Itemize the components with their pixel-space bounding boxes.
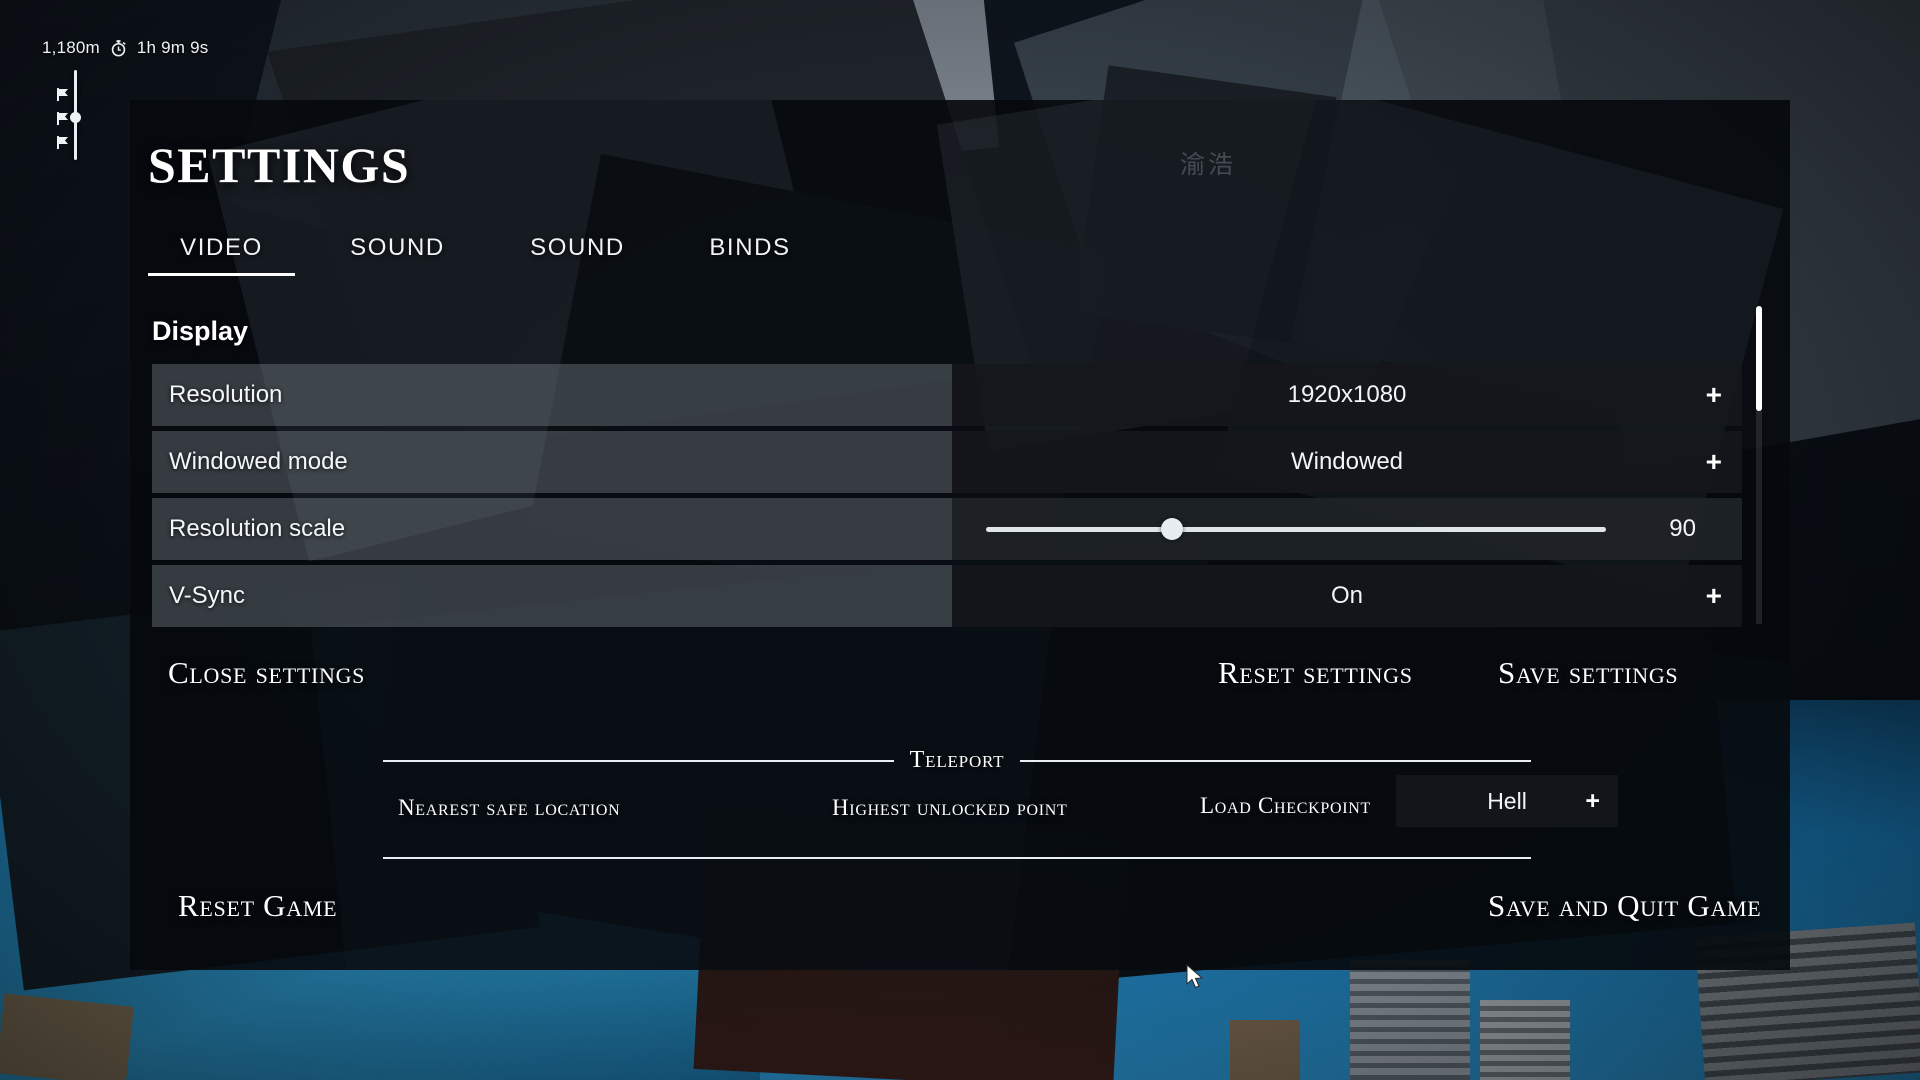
mouse-cursor <box>1186 963 1206 997</box>
tab-sound-1[interactable]: SOUND <box>320 228 475 276</box>
settings-tabs: VIDEO SOUND SOUND BINDS <box>148 228 820 276</box>
save-settings-button[interactable]: Save settings <box>1498 655 1678 691</box>
setting-value: On <box>1330 582 1363 609</box>
section-heading-display: Display <box>152 316 249 346</box>
setting-label: Windowed mode <box>152 431 952 493</box>
game-screen: 1,180m 1h 9m 9s 渝浩 SETTINGS VIDEO SOUND … <box>0 0 1920 1080</box>
save-and-quit-game-button[interactable]: Save and Quit Game <box>1488 888 1761 924</box>
flag-icon <box>57 88 71 101</box>
divider-line-left <box>383 759 894 762</box>
plus-icon[interactable]: + <box>1706 448 1722 476</box>
tab-sound-2[interactable]: SOUND <box>500 228 655 276</box>
setting-row-windowed-mode[interactable]: Windowed mode Windowed + <box>152 431 1742 493</box>
setting-value: Windowed <box>1290 448 1404 475</box>
close-settings-button[interactable]: Close settings <box>168 655 365 691</box>
tab-binds[interactable]: BINDS <box>680 228 820 276</box>
watermark-text: 渝浩 <box>1180 150 1237 179</box>
tab-label: BINDS <box>709 234 791 261</box>
setting-row-resolution-scale[interactable]: Resolution scale 90 <box>152 498 1742 560</box>
distance-value: 1,180m <box>42 38 100 57</box>
page-title: SETTINGS <box>148 137 411 193</box>
setting-value-container[interactable]: Windowed + <box>952 431 1742 493</box>
divider-line-right <box>1020 759 1531 762</box>
hud-stats: 1,180m 1h 9m 9s <box>42 38 208 58</box>
settings-scrollbar[interactable] <box>1756 306 1762 624</box>
settings-rows: Resolution 1920x1080 + Windowed mode Win… <box>152 306 1762 632</box>
teleport-divider: Teleport <box>383 747 1531 774</box>
load-checkpoint-button[interactable]: Load Checkpoint <box>1200 793 1371 819</box>
setting-label: Resolution <box>152 364 952 426</box>
progress-marker <box>70 112 81 123</box>
reset-game-button[interactable]: Reset Game <box>178 888 337 924</box>
teleport-bottom-divider <box>383 857 1531 859</box>
setting-value-container[interactable]: 1920x1080 + <box>952 364 1742 426</box>
plus-icon[interactable]: + <box>1585 788 1600 814</box>
setting-label: Resolution scale <box>152 498 952 560</box>
slider-value: 90 <box>1669 515 1696 542</box>
slider-track[interactable] <box>986 518 1606 540</box>
timer-value: 1h 9m 9s <box>136 38 209 57</box>
slider-handle[interactable] <box>1161 518 1183 540</box>
tab-label: VIDEO <box>180 234 263 261</box>
scrollbar-thumb[interactable] <box>1756 306 1762 411</box>
checkpoint-select-value: Hell <box>1487 787 1527 814</box>
flag-icon <box>57 136 71 149</box>
setting-label: V-Sync <box>152 565 952 627</box>
reset-settings-button[interactable]: Reset settings <box>1218 655 1413 691</box>
stopwatch-icon <box>109 39 128 58</box>
plus-icon[interactable]: + <box>1706 381 1722 409</box>
setting-row-resolution[interactable]: Resolution 1920x1080 + <box>152 364 1742 426</box>
setting-value-container[interactable]: On + <box>952 565 1742 627</box>
tab-video[interactable]: VIDEO <box>148 228 295 276</box>
active-tab-indicator <box>148 273 295 276</box>
teleport-section-label: Teleport <box>909 747 1005 773</box>
plus-icon[interactable]: + <box>1706 582 1722 610</box>
nearest-safe-location-button[interactable]: Nearest safe location <box>398 795 620 821</box>
tab-label: SOUND <box>350 234 445 261</box>
setting-value: 1920x1080 <box>1287 381 1407 408</box>
flag-icon <box>57 112 71 125</box>
altitude-progress <box>54 70 94 160</box>
setting-row-vsync[interactable]: V-Sync On + <box>152 565 1742 627</box>
checkpoint-select[interactable]: Hell + <box>1396 775 1618 827</box>
tab-label: SOUND <box>530 234 625 261</box>
slider-container[interactable]: 90 <box>952 498 1742 560</box>
highest-unlocked-point-button[interactable]: Highest unlocked point <box>832 795 1068 821</box>
